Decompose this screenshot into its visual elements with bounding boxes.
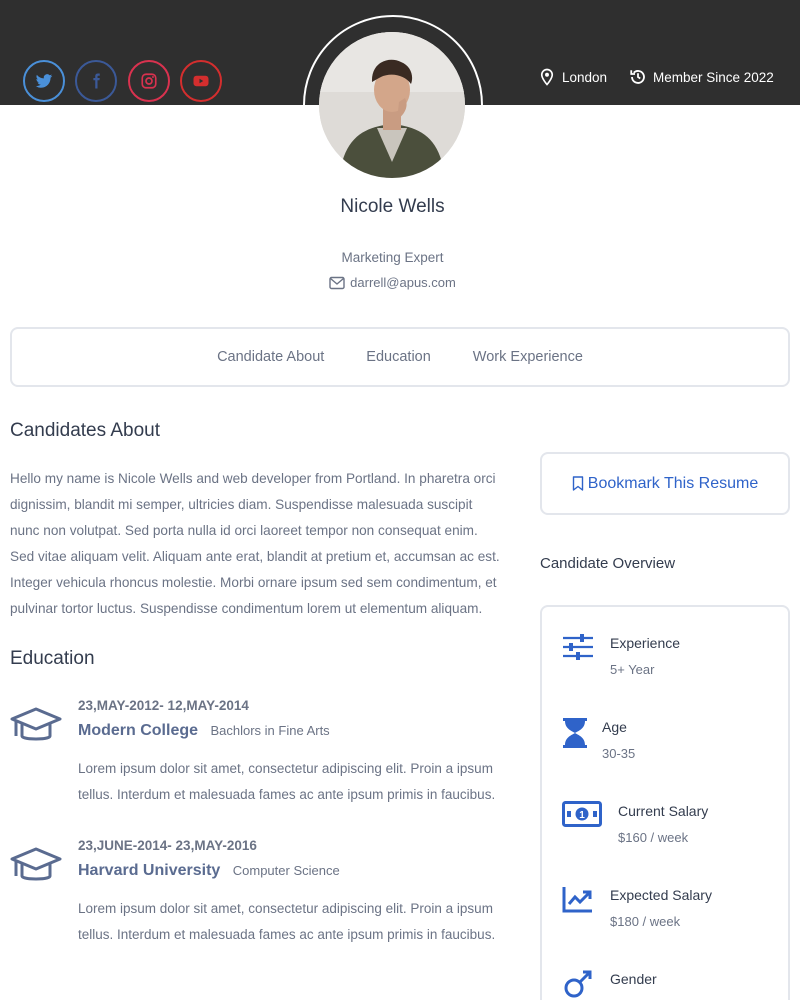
instagram-icon — [141, 73, 157, 89]
overview-title: Candidate Overview — [540, 555, 676, 572]
overview-label: Gender — [610, 971, 657, 987]
bookmark-icon — [572, 476, 583, 491]
education-degree: Bachlors in Fine Arts — [210, 723, 330, 738]
overview-value: 5+ Year — [610, 662, 655, 677]
tab-work-experience[interactable]: Work Experience — [473, 349, 583, 365]
overview-label: Current Salary — [618, 803, 709, 819]
overview-label: Experience — [610, 635, 681, 651]
bookmark-label: Bookmark This Resume — [587, 474, 759, 492]
graduation-cap-icon — [10, 847, 62, 881]
svg-text:1: 1 — [579, 810, 585, 821]
about-heading: Candidates About — [10, 420, 161, 441]
overview-value: $160 / week — [618, 830, 689, 845]
history-icon — [630, 70, 645, 84]
avatar — [319, 32, 465, 178]
tab-education[interactable]: Education — [366, 349, 431, 365]
avatar-photo — [319, 32, 465, 178]
education-title: Modern College Bachlors in Fine Arts — [78, 722, 330, 740]
location: London — [538, 66, 607, 88]
education-heading: Education — [10, 648, 95, 669]
education-school: Harvard University — [78, 862, 221, 879]
map-pin-icon — [540, 68, 554, 86]
overview-label: Age — [602, 719, 627, 735]
instagram-link[interactable] — [128, 60, 170, 102]
overview-value: $180 / week — [610, 914, 681, 929]
facebook-icon — [93, 73, 100, 89]
overview-value: 30-35 — [602, 746, 636, 761]
education-school: Modern College — [78, 722, 199, 739]
education-degree: Computer Science — [232, 863, 340, 878]
gender-icon — [564, 970, 592, 998]
youtube-link[interactable] — [180, 60, 222, 102]
envelope-icon — [329, 276, 345, 289]
member-since: Member Since 2022 — [629, 66, 774, 88]
sliders-icon — [563, 634, 593, 660]
about-text: Hello my name is Nicole Wells and web de… — [10, 471, 500, 616]
bookmark-button[interactable]: Bookmark This Resume — [540, 452, 790, 515]
location-label: London — [562, 69, 608, 85]
trend-chart-icon — [562, 887, 592, 913]
youtube-icon — [193, 75, 209, 87]
graduation-cap-icon — [10, 707, 62, 741]
education-description: Lorem ipsum dolor sit amet, consectetur … — [78, 761, 496, 802]
banknote-icon: 1 — [562, 801, 602, 827]
candidate-role: Marketing Expert — [341, 250, 444, 265]
candidate-overview: Experience 5+ Year Age 30-35 1 Current S… — [540, 605, 790, 1000]
facebook-link[interactable] — [75, 60, 117, 102]
candidate-name: Nicole Wells — [340, 196, 445, 217]
email-text: darrell@apus.com — [350, 275, 456, 290]
education-dates: 23,JUNE-2014- 23,MAY-2016 — [78, 838, 257, 853]
twitter-icon — [35, 74, 53, 88]
education-description: Lorem ipsum dolor sit amet, consectetur … — [78, 901, 496, 942]
hourglass-icon — [563, 718, 587, 748]
member-since-label: Member Since 2022 — [653, 69, 774, 85]
tab-candidate-about[interactable]: Candidate About — [217, 349, 324, 365]
education-title: Harvard University Computer Science — [78, 862, 340, 880]
candidate-email[interactable]: darrell@apus.com — [0, 275, 785, 290]
education-dates: 23,MAY-2012- 12,MAY-2014 — [78, 698, 249, 713]
twitter-link[interactable] — [23, 60, 65, 102]
profile-tabs: Candidate About Education Work Experienc… — [10, 327, 790, 387]
overview-label: Expected Salary — [610, 887, 712, 903]
